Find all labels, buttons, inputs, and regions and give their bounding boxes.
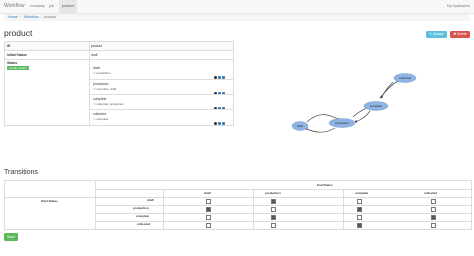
- column-header-draft: draft: [204, 191, 211, 195]
- row-header-draft: draft: [147, 198, 154, 202]
- initial-status-value: draft: [91, 53, 98, 57]
- id-label: ID: [7, 44, 11, 48]
- divider: [95, 205, 471, 206]
- divider: [95, 221, 471, 222]
- transitions-heading: Transitions: [4, 169, 38, 176]
- transition-checkbox-draft-draft[interactable]: [206, 199, 211, 204]
- transition-checkbox-collected-draft[interactable]: [206, 223, 211, 228]
- edge-production-draft: [304, 127, 336, 133]
- breadcrumb-home[interactable]: Home: [8, 14, 18, 21]
- breadcrumb-separator: /: [40, 15, 41, 19]
- divider: [95, 189, 471, 190]
- save-button[interactable]: Save: [4, 233, 18, 241]
- trash-icon[interactable]: [222, 122, 225, 125]
- breadcrumb-current: product: [44, 15, 56, 19]
- column-divider: [89, 42, 90, 125]
- divider: [95, 213, 471, 214]
- start-status-header: Start Status: [41, 199, 58, 203]
- table-row: Initial Status draft: [5, 51, 233, 60]
- status-name: collected: [93, 112, 107, 116]
- graph-node-label: production: [335, 121, 349, 125]
- nav-link-company[interactable]: company: [30, 4, 45, 8]
- transition-checkbox-complete-collected[interactable]: [431, 215, 436, 220]
- transition-checkbox-collected-collected[interactable]: [431, 223, 436, 228]
- transition-checkbox-draft-collected[interactable]: [431, 199, 436, 204]
- status-name: draft: [93, 66, 100, 70]
- transition-checkbox-production-complete[interactable]: [357, 207, 362, 212]
- transition-checkbox-collected-complete[interactable]: [357, 223, 362, 228]
- transition-checkbox-complete-complete[interactable]: [357, 215, 362, 220]
- graph-node-label: draft: [297, 124, 303, 128]
- breadcrumb: Home / Workflow / product: [4, 14, 470, 21]
- transition-checkbox-production-production[interactable]: [271, 207, 276, 212]
- nav-link-product[interactable]: product: [59, 0, 77, 13]
- status-item-collected: collected ⇒ complete: [93, 110, 233, 126]
- transitions-table: End Status Start Status draft production…: [4, 180, 472, 230]
- nav-link-job[interactable]: job: [49, 4, 54, 8]
- status-label: Status: [7, 61, 18, 65]
- transition-checkbox-draft-production[interactable]: [271, 199, 276, 204]
- status-target: ⇒ complete, draft: [93, 87, 117, 91]
- status-target: ⇒ production: [93, 71, 111, 75]
- column-header-production: production: [265, 191, 281, 195]
- status-target: ⇒ collected, production: [93, 102, 124, 106]
- transition-checkbox-complete-production[interactable]: [271, 215, 276, 220]
- id-value: product: [91, 44, 102, 48]
- initial-status-label: Initial Status: [7, 53, 27, 57]
- status-target: ⇒ complete: [93, 117, 109, 121]
- divider: [253, 189, 254, 229]
- graph-node-label: collected: [399, 76, 411, 80]
- edge-complete-production: [354, 110, 371, 123]
- row-header-collected: collected: [137, 222, 151, 226]
- page-title: product: [4, 28, 33, 38]
- update-button[interactable]: ✎ Update: [426, 31, 447, 38]
- transition-checkbox-collected-production[interactable]: [271, 223, 276, 228]
- divider: [163, 189, 164, 229]
- app-brand[interactable]: Workflow: [4, 3, 24, 9]
- breadcrumb-separator: /: [20, 15, 21, 19]
- table-row: ID product: [5, 42, 233, 51]
- end-status-header: End Status: [317, 183, 333, 187]
- graph-node-label: complete: [370, 104, 383, 108]
- top-navbar: Workflow company job product My Applicat…: [0, 0, 474, 14]
- column-header-complete: complete: [355, 191, 369, 195]
- status-name: production: [93, 82, 109, 86]
- workflow-detail-table: ID product Initial Status draft Status C…: [4, 41, 234, 126]
- eye-icon[interactable]: [214, 122, 217, 125]
- transition-checkbox-complete-draft[interactable]: [206, 215, 211, 220]
- transition-checkbox-production-draft[interactable]: [206, 207, 211, 212]
- divider: [343, 189, 344, 229]
- status-item-draft: draft ⇒ production: [93, 64, 233, 80]
- delete-button[interactable]: ✖ Delete: [450, 31, 470, 38]
- pencil-icon[interactable]: [218, 122, 221, 125]
- row-header-production: production: [133, 206, 149, 210]
- divider: [5, 197, 471, 198]
- nav-app-name[interactable]: My Application: [447, 4, 470, 8]
- transition-checkbox-draft-complete[interactable]: [357, 199, 362, 204]
- breadcrumb-workflow[interactable]: Workflow: [24, 14, 39, 21]
- status-name: complete: [93, 97, 107, 101]
- create-status-badge[interactable]: Create status: [7, 66, 29, 70]
- column-header-collected: collected: [424, 191, 438, 195]
- transition-checkbox-production-collected[interactable]: [431, 207, 436, 212]
- workflow-graph: draft production complete collected: [291, 73, 417, 133]
- row-header-complete: complete: [136, 214, 150, 218]
